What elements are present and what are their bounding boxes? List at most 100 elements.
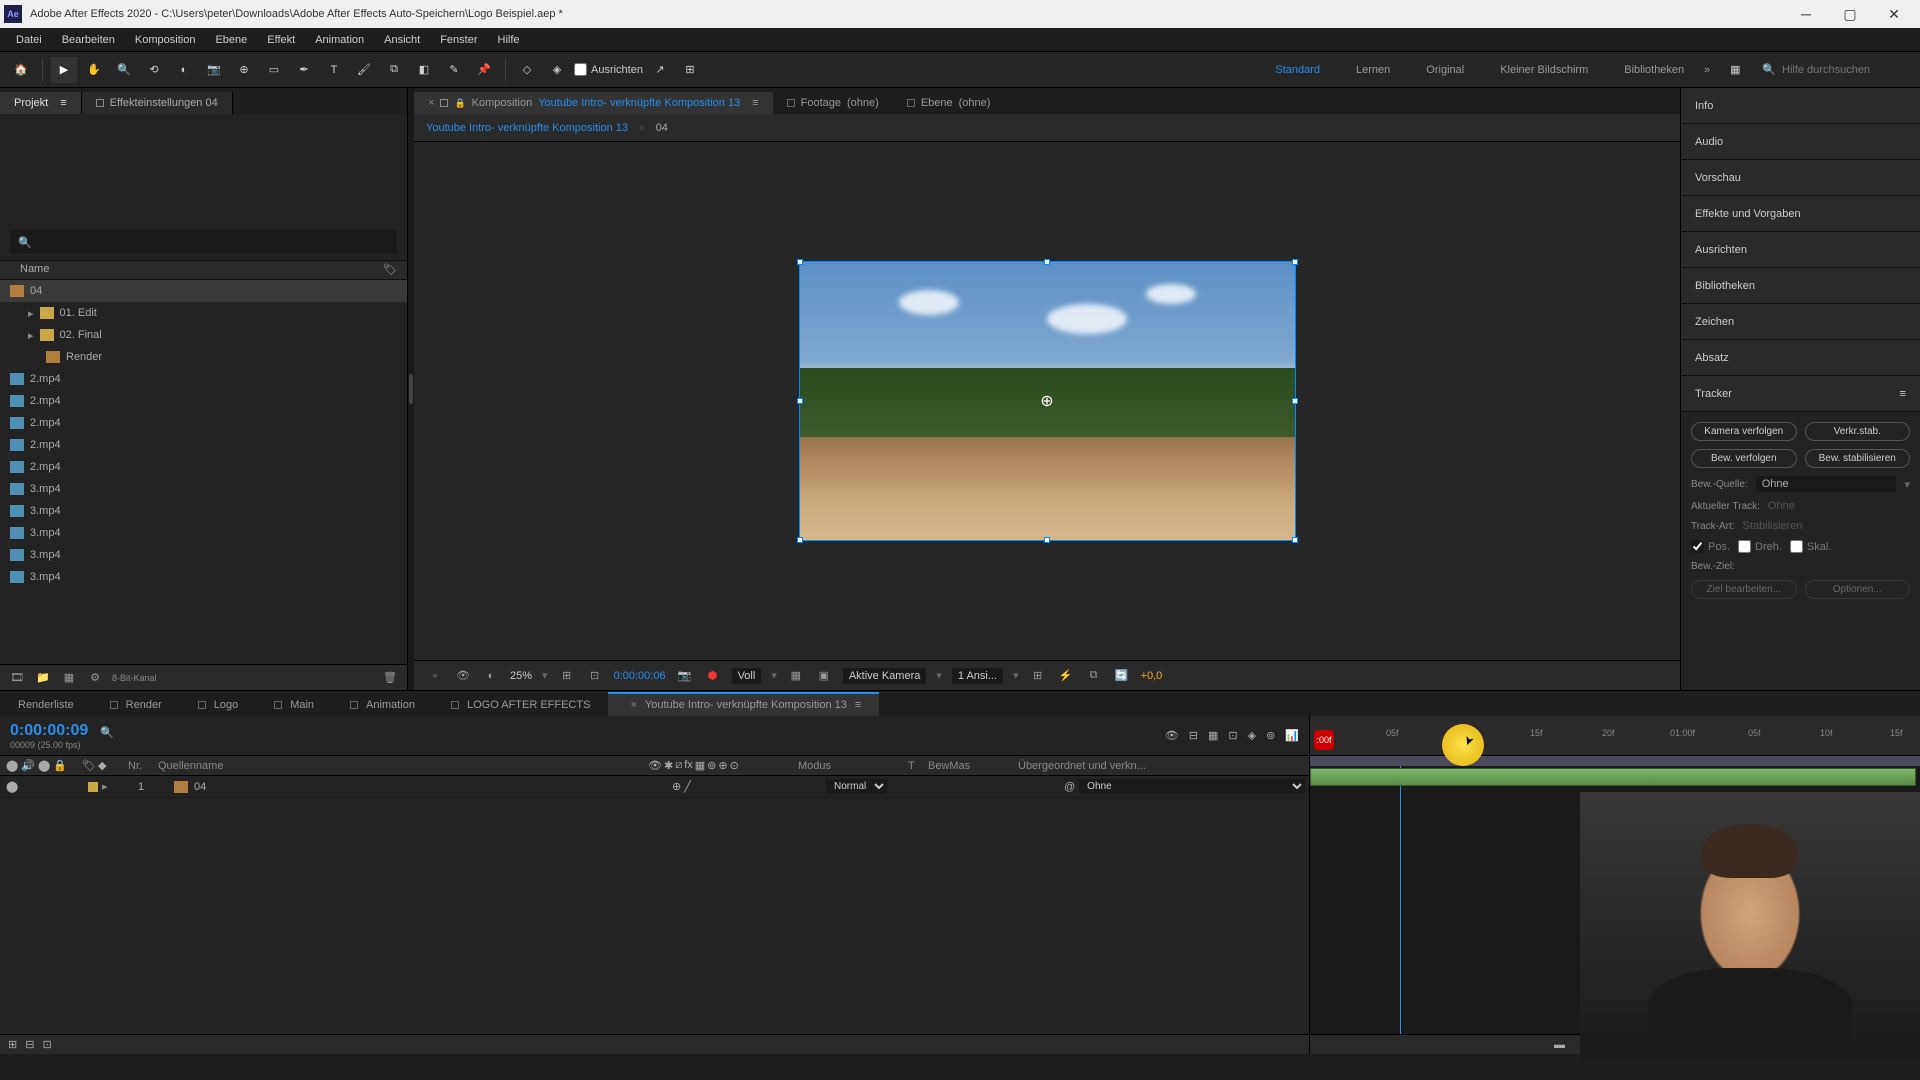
camera-select[interactable]: Aktive Kamera	[843, 668, 927, 684]
close-icon[interactable]: ×	[428, 97, 434, 109]
shy-icon[interactable]: 👁	[1165, 729, 1179, 742]
panel-header[interactable]: Zeichen	[1681, 304, 1920, 340]
project-tab[interactable]: Effekteinstellungen 04	[82, 92, 233, 114]
tag-icon[interactable]: 🏷	[383, 263, 397, 277]
project-item[interactable]: 3.mp4	[0, 500, 407, 522]
project-item[interactable]: ▸01. Edit	[0, 302, 407, 324]
project-item[interactable]: 04	[0, 280, 407, 302]
project-item[interactable]: Render	[0, 346, 407, 368]
panel-header[interactable]: Ausrichten	[1681, 232, 1920, 268]
panel-menu-icon[interactable]: ≡	[855, 699, 861, 711]
timeline-ruler[interactable]: :00f 05f10f15f20f01:00f05f10f15f➤	[1310, 716, 1920, 756]
menu-ansicht[interactable]: Ansicht	[374, 31, 430, 49]
timeline-tab[interactable]: LOGO AFTER EFFECTS	[433, 694, 608, 716]
snapshot-icon[interactable]: 📷	[676, 667, 694, 685]
project-item[interactable]: 3.mp4	[0, 478, 407, 500]
transparency-icon[interactable]: ▦	[787, 667, 805, 685]
home-button[interactable]: 🏠	[8, 57, 34, 83]
panel-header[interactable]: Info	[1681, 88, 1920, 124]
close-button[interactable]: ✕	[1872, 0, 1916, 28]
project-item[interactable]: 2.mp4	[0, 434, 407, 456]
workspace-tab[interactable]: Standard	[1267, 60, 1328, 80]
pixel-aspect-icon[interactable]: ⊞	[1029, 667, 1047, 685]
comp-tab[interactable]: ×🔒KompositionYoutube Intro- verknüpfte K…	[414, 92, 773, 114]
tracker-panel-header[interactable]: Tracker ≡	[1681, 376, 1920, 412]
viewer-mask-icon[interactable]: ◐	[482, 667, 500, 685]
timeline-tab[interactable]: Animation	[332, 694, 433, 716]
pan-behind-tool[interactable]: ⊕	[231, 57, 257, 83]
menu-effekt[interactable]: Effekt	[257, 31, 305, 49]
motion-blur-icon[interactable]: ⊚	[1266, 729, 1275, 742]
panel-header[interactable]: Effekte und Vorgaben	[1681, 196, 1920, 232]
quality-icon[interactable]: ▦	[1208, 729, 1218, 742]
alpha-icon[interactable]: ▫	[426, 667, 444, 685]
col-bewmas[interactable]: BewMas	[922, 760, 1012, 772]
hand-tool[interactable]: ✋	[81, 57, 107, 83]
brush-tool[interactable]: 🖌	[351, 57, 377, 83]
label-color[interactable]	[88, 782, 98, 792]
toggle-modes-icon[interactable]: ⊟	[25, 1038, 34, 1051]
timeline-tab[interactable]: Main	[256, 694, 332, 716]
stabilize-motion-button[interactable]: Bew. stabilisieren	[1805, 449, 1911, 468]
minimize-button[interactable]: ─	[1784, 0, 1828, 28]
project-tab[interactable]: Projekt≡	[0, 92, 82, 114]
region-icon[interactable]: ▣	[815, 667, 833, 685]
timeline-layers[interactable]: ⬤▸104⊕ ╱Normal@Ohne	[0, 776, 1309, 798]
col-t[interactable]: T	[902, 760, 922, 772]
comp-tab[interactable]: Ebene(ohne)	[893, 92, 1005, 114]
puppet-tool[interactable]: 📌	[471, 57, 497, 83]
toggle-pane-icon[interactable]: ⊡	[42, 1038, 51, 1051]
menu-fenster[interactable]: Fenster	[430, 31, 487, 49]
project-item[interactable]: ▸02. Final	[0, 324, 407, 346]
graph-editor-icon[interactable]: 📊	[1285, 729, 1299, 742]
expand-icon[interactable]: ▸	[28, 307, 34, 320]
new-folder-icon[interactable]: 📁	[34, 669, 52, 687]
pickwhip-icon[interactable]: @	[1064, 781, 1075, 793]
video-toggle[interactable]: ⬤	[6, 780, 18, 793]
menu-animation[interactable]: Animation	[305, 31, 374, 49]
resolution-select[interactable]: Voll	[732, 668, 762, 684]
track-camera-button[interactable]: Kamera verfolgen	[1691, 422, 1797, 441]
snap-option-2[interactable]: ⊞	[677, 57, 703, 83]
workspace-tab[interactable]: Kleiner Bildschirm	[1492, 60, 1596, 80]
timeline-tab[interactable]: ×Youtube Intro- verknüpfte Komposition 1…	[608, 692, 879, 716]
panel-menu-icon[interactable]: ≡	[1900, 388, 1906, 400]
panel-header[interactable]: Absatz	[1681, 340, 1920, 376]
col-nr[interactable]: Nr.	[122, 760, 152, 772]
workspace-reset-icon[interactable]: ▦	[1722, 57, 1748, 83]
pen-tool[interactable]: ✒	[291, 57, 317, 83]
playhead[interactable]	[1400, 766, 1401, 1034]
menu-datei[interactable]: Datei	[6, 31, 52, 49]
blend-mode-select[interactable]: Normal	[826, 779, 887, 794]
menu-bearbeiten[interactable]: Bearbeiten	[52, 31, 125, 49]
keyframe-nav-icon[interactable]: ◆	[98, 759, 106, 772]
bit-depth-label[interactable]: 8-Bit-Kanal	[112, 673, 157, 683]
views-select[interactable]: 1 Ansi...	[952, 668, 1003, 684]
maximize-button[interactable]: ▢	[1828, 0, 1872, 28]
parent-select[interactable]: Ohne	[1079, 779, 1305, 794]
col-sourcename[interactable]: Quellenname	[152, 760, 642, 772]
align-checkbox[interactable]: Ausrichten	[574, 63, 643, 76]
project-item[interactable]: 2.mp4	[0, 390, 407, 412]
toggle-switches-icon[interactable]: ⊞	[8, 1038, 17, 1051]
project-item[interactable]: 3.mp4	[0, 522, 407, 544]
snap-tool[interactable]: ◇	[514, 57, 540, 83]
help-search-input[interactable]	[1782, 64, 1902, 76]
workspace-tab[interactable]: Lernen	[1348, 60, 1398, 80]
expand-icon[interactable]: ▸	[102, 780, 108, 793]
video-toggle-icon[interactable]: ⬤	[6, 759, 18, 772]
col-parent[interactable]: Übergeordnet und verkn...	[1012, 760, 1309, 772]
workspace-tab[interactable]: Original	[1418, 60, 1472, 80]
timeline-current-time[interactable]: 0:00:00:09	[10, 722, 88, 740]
motion-source-select[interactable]: Ohne	[1756, 476, 1897, 492]
work-area-bar[interactable]	[1310, 756, 1920, 766]
timeline-icon[interactable]: ⧉	[1085, 667, 1103, 685]
timeline-tab[interactable]: Logo	[180, 694, 256, 716]
panel-menu-icon[interactable]: ≡	[752, 97, 758, 109]
zoom-out-icon[interactable]: ▬	[1554, 1039, 1565, 1051]
collapse-icon[interactable]: ⊟	[1189, 729, 1198, 742]
timeline-layer-row[interactable]: ⬤▸104⊕ ╱Normal@Ohne	[0, 776, 1309, 798]
clone-tool[interactable]: ⧉	[381, 57, 407, 83]
panel-header[interactable]: Bibliotheken	[1681, 268, 1920, 304]
lock-icon[interactable]: 🔒	[454, 98, 465, 109]
